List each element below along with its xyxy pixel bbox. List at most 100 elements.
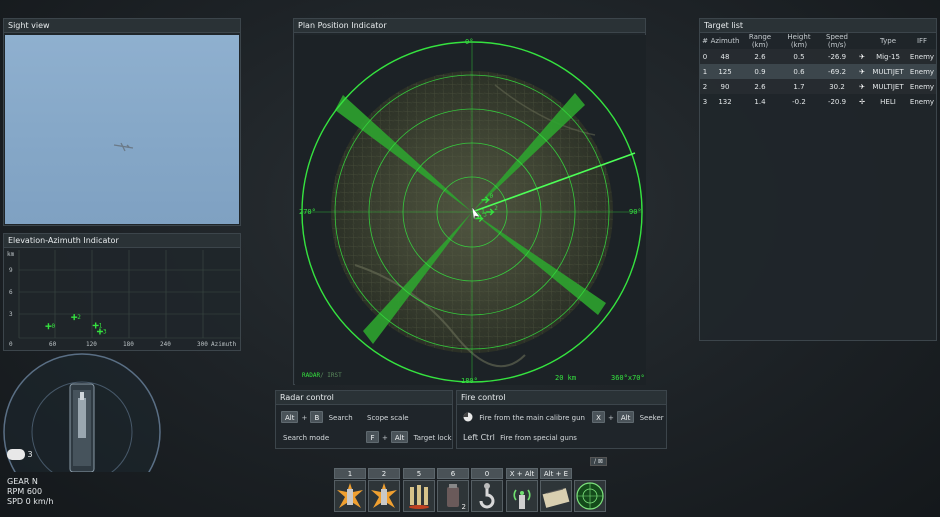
col-header: # [702, 37, 708, 45]
aircraft-target-icon [113, 142, 134, 152]
ppi-mode-label: RADAR/ IRST [302, 372, 342, 379]
elev-x-tick: 0 [9, 341, 13, 348]
target-lock-control[interactable]: F + Alt Target lock [366, 431, 452, 445]
target-cell: Enemy [908, 49, 936, 64]
radar-search-control[interactable]: Alt + B Search [281, 411, 353, 425]
key-x[interactable]: X [592, 411, 605, 423]
target-row[interactable]: 3 132 1.4 -0.2 -20.9 ✢ HELI Enemy [700, 94, 936, 109]
ppi-target-label: 3 [483, 212, 487, 219]
elev-x-tick: 240 [160, 341, 171, 348]
gear-readout: GEAR N [7, 477, 38, 486]
target-cell: MULTIJET [868, 79, 908, 94]
target-type-icon: ✈ [856, 64, 868, 79]
target-cell: Mig-15 [868, 49, 908, 64]
elevation-azimuth-title: Elevation-Azimuth Indicator [4, 234, 240, 248]
elev-x-tick: 60 [49, 341, 57, 348]
key-alt[interactable]: Alt [616, 411, 635, 423]
col-header: Range (km) [748, 33, 772, 49]
ammo-slot[interactable]: 62 [437, 468, 469, 513]
hook-icon[interactable] [471, 480, 503, 512]
ammo-slot[interactable]: 5 [403, 468, 435, 513]
target-type-icon: ✈ [856, 79, 868, 94]
target-cell: 30.2 [818, 79, 856, 94]
vehicle-status: GEAR N RPM 600 SPD 0 km/h [7, 477, 53, 507]
ammo-slot[interactable]: X + Alt [506, 468, 538, 513]
elevation-azimuth-panel: Elevation-Azimuth Indicator km 9 6 3 0 6… [3, 233, 241, 351]
target-type-icon: ✈ [856, 49, 868, 64]
target-cell: 48 [710, 49, 740, 64]
ammo-slot[interactable]: Alt + E [540, 468, 572, 513]
ammo-slot-key: 5 [403, 468, 435, 479]
elev-y-unit: km [7, 251, 15, 258]
seeker-control[interactable]: X + Alt Seeker [592, 411, 664, 425]
target-cell: Enemy [908, 79, 936, 94]
target-cell: 2.6 [740, 49, 780, 64]
target-cell: 0.6 [780, 64, 818, 79]
target-cell: -0.2 [792, 97, 806, 106]
ammo-slot[interactable] [574, 468, 606, 513]
key-left-ctrl[interactable]: Left Ctrl [463, 433, 495, 442]
target-cell: 2 [700, 79, 710, 94]
ammo-slot[interactable]: 0 [471, 468, 503, 513]
sight-camera-view [5, 35, 239, 224]
elev-y-tick: 9 [9, 267, 13, 274]
target-lock-label: Target lock [413, 434, 452, 442]
elev-y-tick: 6 [9, 289, 13, 296]
ammo-slot[interactable]: 1 [334, 468, 366, 513]
col-header: Speed (m/s) [826, 33, 848, 49]
scope-scale-label[interactable]: Scope scale [367, 411, 409, 425]
key-b[interactable]: B [310, 411, 324, 423]
crew-count: 3 [27, 450, 33, 459]
search-mode-label[interactable]: Search mode [283, 431, 329, 445]
target-cell: 0.9 [740, 64, 780, 79]
toolbox-icon[interactable] [540, 480, 572, 512]
target-row[interactable]: 0 48 2.6 0.5 -26.9 ✈ Mig-15 Enemy [700, 49, 936, 64]
elev-x-tick: 180 [123, 341, 134, 348]
speed-readout: SPD 0 km/h [7, 497, 54, 506]
target-list-panel: Target list # Azimuth Range (km) Height … [699, 18, 937, 341]
key-alt[interactable]: Alt [390, 431, 409, 443]
radio-icon[interactable] [506, 480, 538, 512]
small-key-hint: / ⊠ [590, 457, 607, 466]
key-alt[interactable]: Alt [281, 411, 299, 423]
ppi-range-label: 20 km [555, 374, 576, 382]
target-row[interactable]: 2 90 2.6 1.7 30.2 ✈ MULTIJET Enemy [700, 79, 936, 94]
ammo-count: 2 [461, 503, 466, 511]
main-gun-label: Fire from the main calibre gun [479, 414, 585, 422]
ppi-target-label: 0 [490, 193, 494, 200]
col-header: Type [879, 37, 897, 45]
special-guns-control[interactable]: Left Ctrl Fire from special guns [463, 431, 577, 445]
target-cell: MULTIJET [868, 64, 908, 79]
sight-view-panel: Sight view [3, 18, 241, 226]
target-row[interactable]: 1 125 0.9 0.6 -69.2 ✈ MULTIJET Enemy [700, 64, 936, 79]
col-header: IFF [916, 37, 928, 45]
plan-position-indicator-panel: Plan Position Indicator 0° 90° 180° 270°… [293, 18, 646, 385]
ppi-east-label: 90° [629, 208, 642, 216]
elev-x-tick: 300 [197, 341, 208, 348]
target-cell: 0 [700, 49, 710, 64]
elev-x-tick: 120 [86, 341, 97, 348]
target-type-icon: ✢ [859, 97, 865, 106]
radar-search-label: Search [328, 414, 353, 422]
radar-control-title: Radar control [276, 391, 452, 405]
elev-y-tick: 3 [9, 311, 13, 318]
main-gun-control[interactable]: Fire from the main calibre gun [463, 411, 585, 425]
elevation-azimuth-plot: km 9 6 3 0 60 120 180 240 300 Azimuth 0 2… [7, 250, 241, 348]
crew-icon [7, 449, 25, 460]
elev-target-label: 3 [103, 329, 107, 336]
shell-burst-icon[interactable] [334, 480, 366, 512]
col-header: Height (km) [787, 33, 811, 49]
ammo-slot[interactable]: 2 [368, 468, 400, 513]
target-cell: 2.6 [740, 79, 780, 94]
radar-scope-icon[interactable] [574, 480, 606, 512]
special-guns-label: Fire from special guns [500, 434, 577, 442]
ppi-scan-label: 360°x70° [611, 374, 645, 382]
elev-target-label: 0 [51, 323, 55, 330]
artillery-icon[interactable] [403, 480, 435, 512]
key-f[interactable]: F [366, 431, 379, 443]
target-cell: 3 [702, 97, 708, 106]
target-cell: HELI [880, 97, 896, 106]
smoke-grenade-icon[interactable]: 2 [437, 480, 469, 512]
col-header [856, 33, 868, 49]
shell-burst-icon[interactable] [368, 480, 400, 512]
